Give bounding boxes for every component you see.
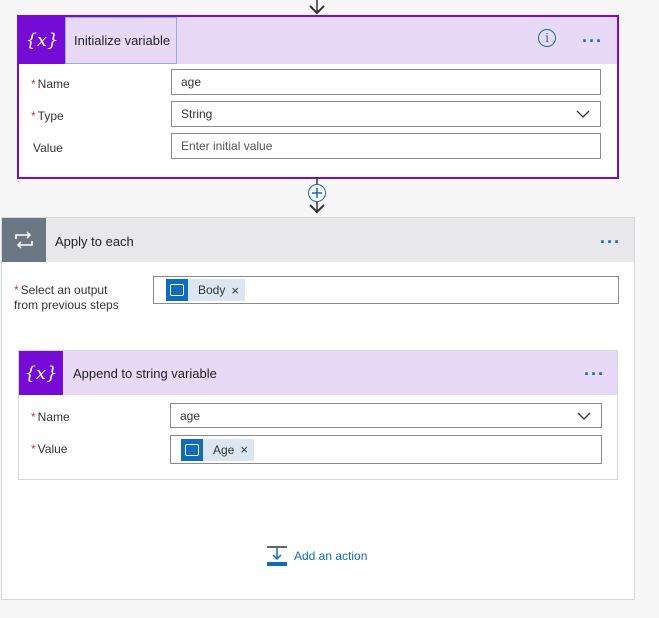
connector-arrow-top	[309, 0, 325, 15]
apply-to-each-title[interactable]: Apply to each	[55, 234, 134, 249]
value-field[interactable]: Enter initial value	[171, 133, 601, 159]
name-label: * Name	[31, 410, 70, 424]
add-action-label[interactable]: Add an action	[294, 549, 367, 563]
chevron-down-icon	[576, 110, 590, 118]
dynamic-content-icon	[181, 438, 203, 461]
select-output-label: * Select an output from previous steps	[14, 283, 119, 312]
apply-to-each-header[interactable]: Apply to each ···	[2, 218, 634, 262]
add-action-icon	[267, 546, 287, 566]
append-to-string-variable-card: {x} Append to string variable ··· * Name …	[18, 350, 618, 480]
more-options-icon[interactable]: ···	[584, 365, 605, 383]
append-variable-header[interactable]: {x} Append to string variable ···	[19, 351, 617, 395]
value-label: * Value	[31, 442, 68, 456]
chevron-down-icon	[577, 412, 591, 420]
name-label: * Name	[31, 77, 70, 91]
append-variable-title[interactable]: Append to string variable	[73, 366, 217, 381]
type-label: * Type	[31, 109, 64, 123]
value-field[interactable]: Age ×	[170, 435, 602, 464]
name-dropdown[interactable]: age	[170, 403, 602, 428]
remove-token-icon[interactable]: ×	[240, 442, 254, 457]
initialize-variable-card: {x} Initialize variable i ··· * Name age …	[17, 15, 619, 179]
initialize-variable-title[interactable]: Initialize variable	[74, 33, 170, 48]
age-token[interactable]: Age ×	[181, 438, 254, 461]
name-field[interactable]: age	[171, 69, 601, 95]
body-token[interactable]: Body ×	[166, 279, 245, 301]
value-label: Value	[33, 141, 63, 155]
more-options-icon[interactable]: ···	[582, 32, 603, 50]
variable-icon: {x}	[19, 17, 65, 64]
insert-step-plus-icon[interactable]	[308, 184, 326, 202]
info-icon[interactable]: i	[538, 29, 556, 47]
dynamic-content-icon	[166, 279, 188, 301]
remove-token-icon[interactable]: ×	[231, 283, 245, 298]
initialize-variable-header[interactable]: {x} Initialize variable i ···	[19, 17, 617, 64]
select-output-field[interactable]: Body ×	[153, 276, 619, 304]
variable-icon: {x}	[19, 351, 63, 395]
type-dropdown[interactable]: String	[171, 101, 601, 127]
apply-to-each-card: Apply to each ··· * Select an output from…	[1, 217, 635, 600]
loop-icon	[2, 218, 46, 262]
add-action-button[interactable]: Add an action	[266, 545, 367, 567]
more-options-icon[interactable]: ···	[600, 233, 621, 251]
